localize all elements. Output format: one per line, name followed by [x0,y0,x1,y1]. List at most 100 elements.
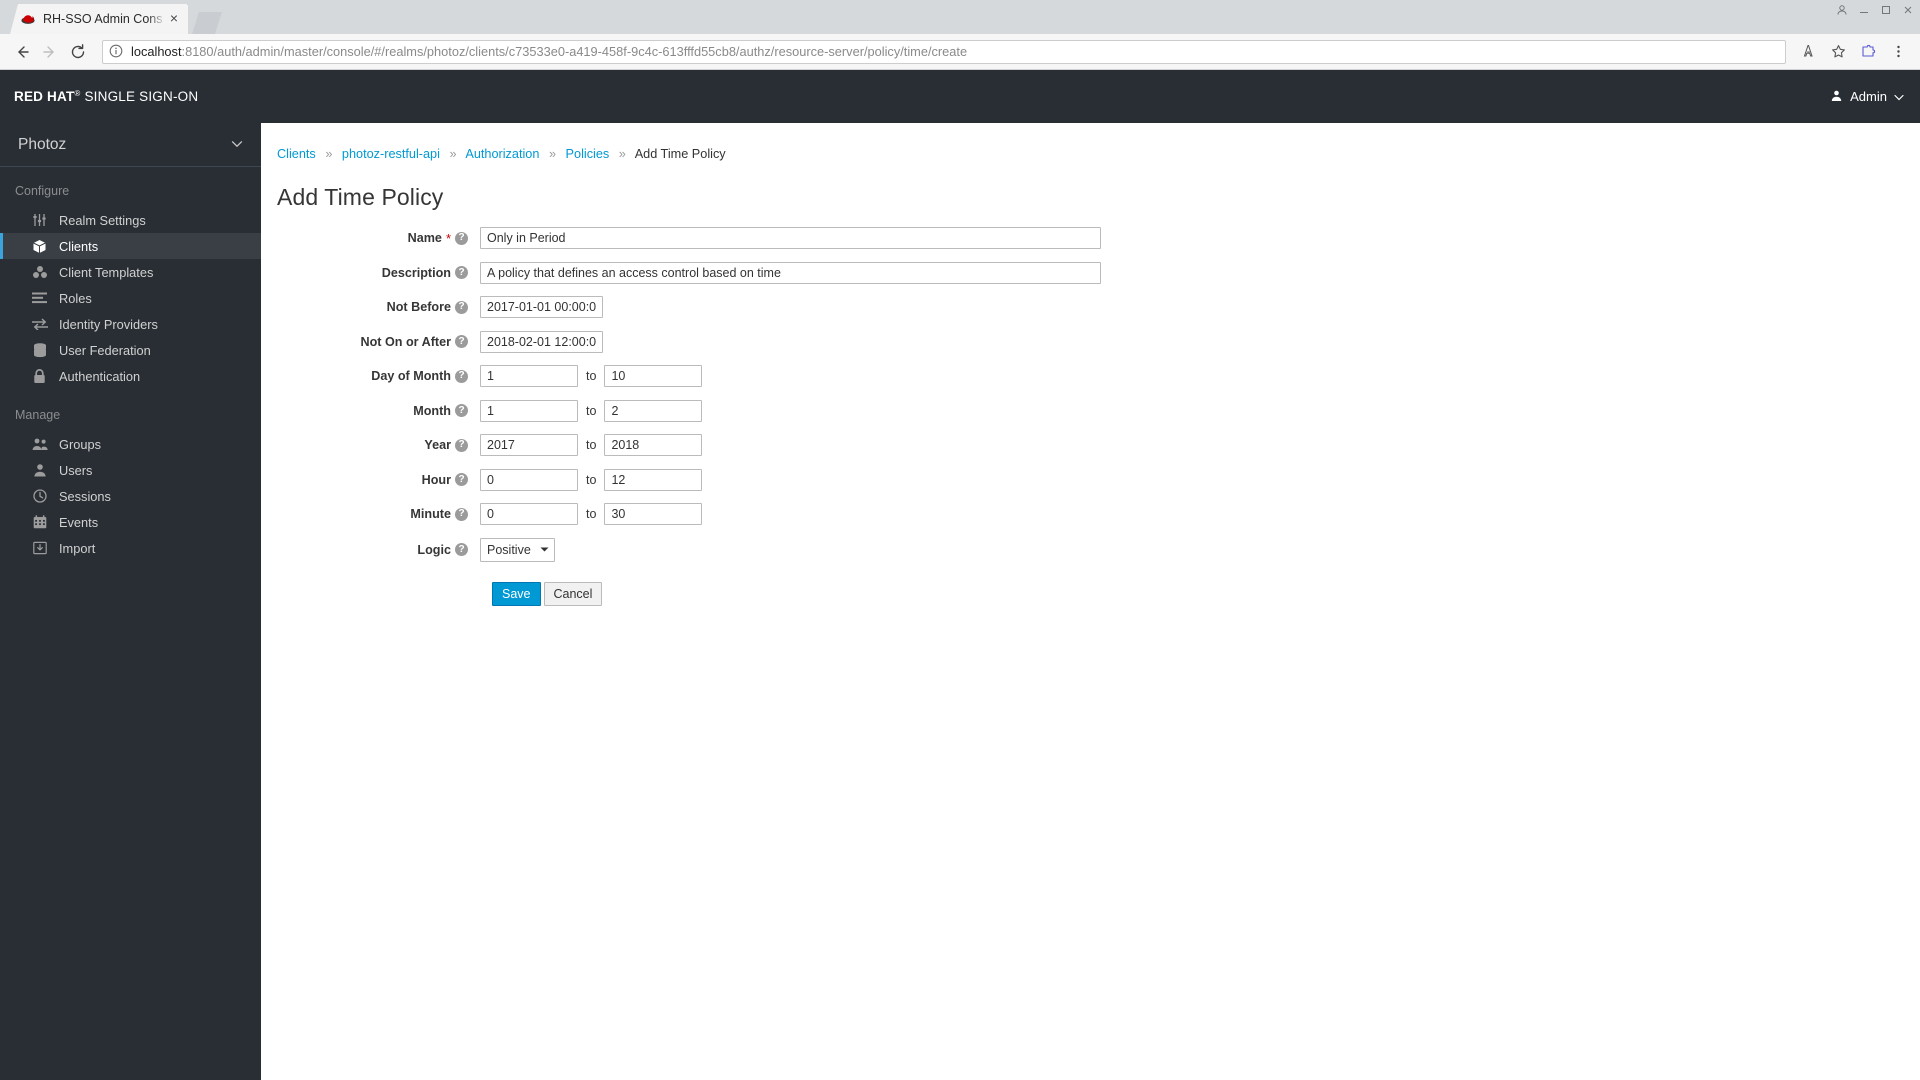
realm-selector[interactable]: Photoz [0,123,261,167]
bookmark-star-icon[interactable] [1824,38,1852,66]
help-icon[interactable]: ? [455,507,468,521]
breadcrumb-item-authorization[interactable]: Authorization [465,147,539,161]
sidebar-item-user-federation[interactable]: User Federation [0,337,261,363]
reload-button[interactable] [64,38,92,66]
required-marker: * [445,230,451,246]
user-menu-label: Admin [1850,89,1887,104]
list-icon [31,290,48,306]
back-button[interactable] [8,38,36,66]
sidebar-item-identity-providers[interactable]: Identity Providers [0,311,261,337]
tab-close-icon[interactable]: × [166,11,182,27]
month-to-input[interactable] [604,399,703,422]
help-icon[interactable]: ? [455,231,468,245]
breadcrumb-separator: » [449,147,457,161]
new-tab-button[interactable] [192,12,222,34]
sidebar-item-users[interactable]: Users [0,457,261,483]
chevron-down-icon [231,139,243,151]
calendar-icon [31,514,48,530]
cubes-icon [31,264,48,280]
sidebar-item-import[interactable]: Import [0,535,261,561]
help-icon[interactable]: ? [455,369,468,383]
translate-icon[interactable] [1794,38,1822,66]
label-not-on-or-after: Not On or After ? [277,335,480,349]
breadcrumb-item-policies[interactable]: Policies [566,147,610,161]
sidebar-item-label: Clients [59,238,99,254]
cancel-button[interactable]: Cancel [543,581,603,606]
sidebar-item-clients[interactable]: Clients [0,233,261,259]
label-day-of-month: Day of Month ? [277,369,480,383]
help-icon[interactable]: ? [455,300,468,314]
sidebar-section-manage: Manage Groups Users Sessions Events Impo… [0,391,261,563]
form-row-description: Description ? [277,261,1920,284]
help-icon[interactable]: ? [455,335,468,348]
user-menu[interactable]: Admin [1830,89,1904,105]
label-logic: Logic ? [277,543,480,557]
sidebar-item-sessions[interactable]: Sessions [0,483,261,509]
extension-icon[interactable] [1854,38,1882,66]
help-icon[interactable]: ? [455,438,468,452]
info-circle-icon[interactable] [109,44,125,60]
to-separator: to [586,507,597,521]
window-close-icon[interactable] [1902,3,1914,15]
app-body: Photoz Configure Realm Settings Clients … [0,123,1920,1080]
browser-window: RH-SSO Admin Cons × localhost:8180/auth/… [0,0,1920,1080]
form-row-hour: Hour ? to [277,468,1920,491]
sidebar-item-label: Identity Providers [59,316,158,332]
form-row-minute: Minute ? to [277,503,1920,525]
help-icon[interactable]: ? [455,266,468,279]
import-icon [31,540,48,556]
minute-to-input[interactable] [604,503,703,525]
sidebar: Photoz Configure Realm Settings Clients … [0,123,261,1080]
sidebar-item-roles[interactable]: Roles [0,285,261,311]
realm-name: Photoz [18,135,67,153]
label-text: Not On or After [360,334,451,349]
hour-from-input[interactable] [480,468,578,491]
minute-from-input[interactable] [480,503,578,525]
breadcrumb: Clients » photoz-restful-api » Authoriza… [261,147,1920,161]
help-icon[interactable]: ? [455,473,468,486]
url-host: localhost [131,44,182,59]
breadcrumb-item-clients[interactable]: Clients [277,147,316,161]
month-from-input[interactable] [480,399,578,422]
sidebar-item-client-templates[interactable]: Client Templates [0,259,261,285]
not-on-or-after-input[interactable] [480,330,603,353]
minimize-icon[interactable] [1858,3,1870,15]
address-bar[interactable]: localhost:8180/auth/admin/master/console… [102,39,1786,64]
help-icon[interactable]: ? [455,543,468,556]
form-row-year: Year ? to [277,434,1920,456]
sidebar-item-authentication[interactable]: Authentication [0,363,261,389]
save-button[interactable]: Save [492,581,541,606]
label-text: Not Before [386,300,451,314]
sidebar-item-realm-settings[interactable]: Realm Settings [0,207,261,233]
logic-select[interactable]: PositiveNegative [480,537,555,562]
maximize-icon[interactable] [1880,3,1892,15]
form-row-logic: Logic ? PositiveNegative [277,537,1920,562]
description-input[interactable] [480,261,1101,284]
breadcrumb-item-photoz-restful-api[interactable]: photoz-restful-api [342,147,440,161]
hour-to-input[interactable] [604,468,703,491]
not-before-input[interactable] [480,296,603,318]
form-row-day-of-month: Day of Month ? to [277,365,1920,387]
user-profile-icon[interactable] [1836,3,1848,15]
day-of-month-from-input[interactable] [480,365,578,387]
app-brand: RED HAT® SINGLE SIGN-ON [14,89,198,104]
user-icon [31,462,48,478]
browser-tab[interactable]: RH-SSO Admin Cons × [10,4,188,34]
label-description: Description ? [277,266,480,280]
help-icon[interactable]: ? [455,404,468,417]
year-from-input[interactable] [480,434,578,456]
day-of-month-to-input[interactable] [604,365,703,387]
chevron-down-icon [1894,89,1904,104]
lock-icon [31,368,48,384]
kebab-menu-icon[interactable] [1884,38,1912,66]
label-minute: Minute ? [277,507,480,521]
sidebar-item-label: Sessions [59,488,111,504]
year-to-input[interactable] [604,434,703,456]
url-path: :8180/auth/admin/master/console/#/realms… [181,44,968,59]
sidebar-item-label: Groups [59,436,101,452]
breadcrumb-separator: » [618,147,626,161]
sidebar-item-events[interactable]: Events [0,509,261,535]
name-input[interactable] [480,227,1101,249]
sidebar-item-groups[interactable]: Groups [0,431,261,457]
sidebar-item-label: Roles [59,290,92,306]
